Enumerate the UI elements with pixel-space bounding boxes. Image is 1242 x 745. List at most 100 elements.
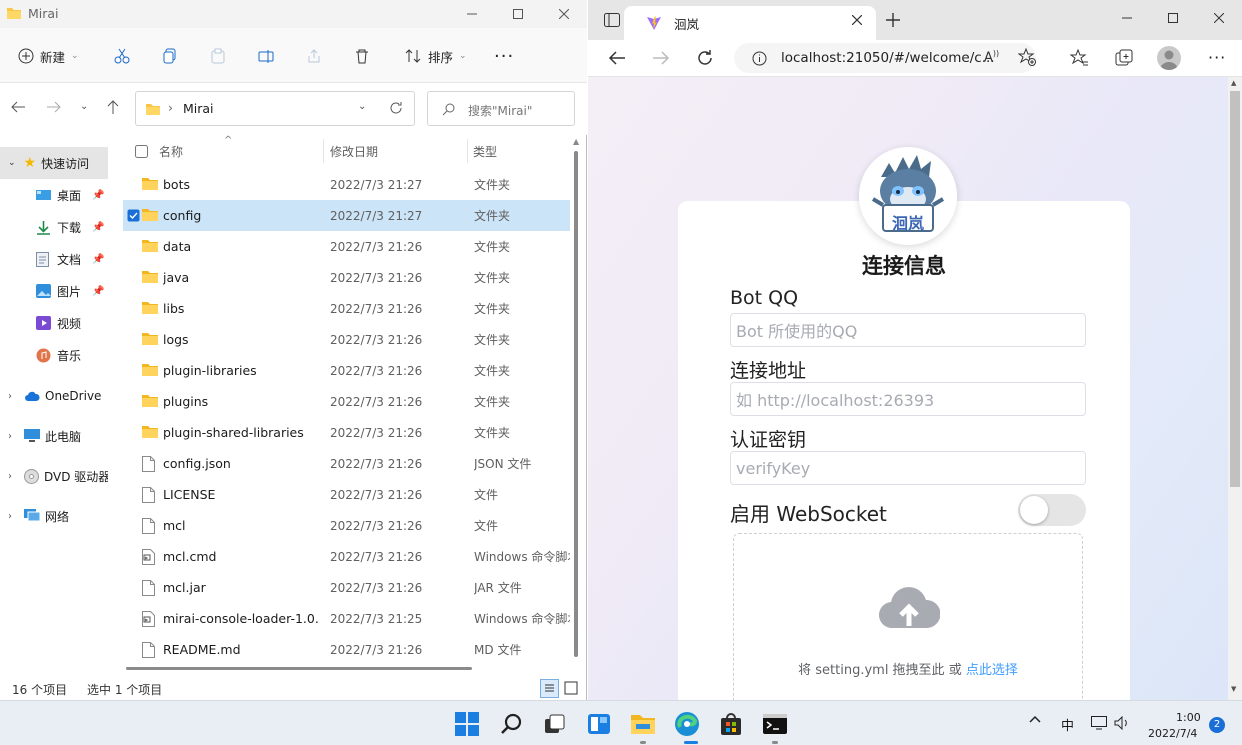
nav-item-downloads[interactable]: 下载 📌	[0, 211, 108, 243]
ime-indicator[interactable]: 中	[1061, 715, 1074, 734]
new-button[interactable]: 新建 ⌄	[18, 42, 79, 70]
rename-button[interactable]	[258, 42, 274, 70]
collections-icon[interactable]	[1115, 49, 1133, 67]
cut-button[interactable]	[114, 42, 130, 70]
forward-arrow-icon[interactable]	[46, 100, 62, 114]
file-row[interactable]: mirai-console-loader-1.0... 2022/7/3 21:2…	[123, 603, 570, 634]
nav-quick-access[interactable]: ⌄ ★ 快速访问	[0, 147, 108, 179]
tiles-view-button[interactable]	[564, 681, 578, 695]
scrollbar-thumb[interactable]	[1230, 91, 1240, 487]
column-header-name[interactable]: 名称	[159, 135, 183, 167]
file-row[interactable]: plugin-shared-libraries 2022/7/3 21:26 文件夹	[123, 417, 570, 448]
scroll-down-icon[interactable]: ▼	[1231, 685, 1236, 693]
page-scrollbar[interactable]: ▲ ▼	[1228, 77, 1242, 700]
minimize-button[interactable]	[449, 0, 495, 28]
verify-key-input[interactable]: verifyKey	[730, 451, 1086, 485]
upload-dropzone[interactable]: 将 setting.yml 拖拽至此 或 点此选择	[733, 533, 1083, 700]
maximize-button[interactable]	[495, 0, 541, 28]
widgets-button[interactable]	[584, 709, 614, 739]
forward-arrow-icon[interactable]	[652, 50, 670, 66]
clock-time[interactable]: 1:00	[1176, 711, 1201, 724]
delete-button[interactable]	[354, 42, 370, 70]
nav-item-videos[interactable]: 视频	[0, 307, 108, 339]
select-all-checkbox[interactable]	[135, 135, 148, 167]
browser-minimize-button[interactable]	[1104, 0, 1150, 36]
nav-item-pictures[interactable]: 图片 📌	[0, 275, 108, 307]
file-row[interactable]: libs 2022/7/3 21:26 文件夹	[123, 293, 570, 324]
file-row[interactable]: config 2022/7/3 21:27 文件夹	[123, 200, 570, 231]
file-row[interactable]: bots 2022/7/3 21:27 文件夹	[123, 169, 570, 200]
search-input[interactable]: 搜索"Mirai"	[468, 102, 532, 119]
task-view-button[interactable]	[540, 709, 570, 739]
chevron-right-icon[interactable]: ›	[8, 391, 12, 402]
close-tab-icon[interactable]	[852, 15, 862, 25]
nav-dvd-drive[interactable]: › DVD 驱动器	[0, 460, 108, 492]
file-row[interactable]: java 2022/7/3 21:26 文件夹	[123, 262, 570, 293]
column-divider[interactable]	[323, 139, 324, 163]
file-row[interactable]: logs 2022/7/3 21:26 文件夹	[123, 324, 570, 355]
file-row[interactable]: data 2022/7/3 21:26 文件夹	[123, 231, 570, 262]
share-button[interactable]	[306, 42, 322, 70]
scroll-up-icon[interactable]: ▲	[573, 137, 579, 146]
nav-network[interactable]: › 网络	[0, 500, 108, 532]
close-button[interactable]	[541, 0, 587, 28]
browser-maximize-button[interactable]	[1150, 0, 1196, 36]
url-bar[interactable]: localhost:21050/#/welcome/c... A))	[734, 43, 1036, 73]
file-row[interactable]: plugin-libraries 2022/7/3 21:26 文件夹	[123, 355, 570, 386]
file-row[interactable]: config.json 2022/7/3 21:26 JSON 文件	[123, 448, 570, 479]
recent-locations-chevron-icon[interactable]: ⌄	[80, 101, 88, 112]
file-row[interactable]: README.md 2022/7/3 21:26 MD 文件	[123, 634, 570, 665]
copy-button[interactable]	[162, 42, 178, 70]
chevron-right-icon[interactable]: ›	[8, 471, 12, 482]
upload-select-link[interactable]: 点此选择	[966, 663, 1018, 678]
taskbar-terminal[interactable]	[760, 709, 790, 739]
breadcrumb[interactable]: Mirai	[183, 101, 214, 116]
horizontal-scrollbar-thumb[interactable]	[126, 667, 472, 670]
column-header-date[interactable]: 修改日期	[330, 135, 378, 167]
chevron-down-icon[interactable]: ⌄	[358, 101, 366, 112]
search-box[interactable]: 搜索"Mirai"	[427, 91, 575, 126]
browser-close-button[interactable]	[1196, 0, 1242, 36]
file-row[interactable]: mcl.cmd 2022/7/3 21:26 Windows 命令脚本	[123, 541, 570, 572]
scrollbar-thumb[interactable]	[574, 151, 578, 657]
info-icon[interactable]	[752, 51, 767, 66]
column-divider[interactable]	[467, 139, 468, 163]
row-checkbox-checked[interactable]	[127, 209, 140, 222]
network-status-icon[interactable]	[1091, 716, 1107, 730]
notification-badge[interactable]: 2	[1209, 717, 1225, 733]
address-box[interactable]: › Mirai ⌄	[135, 91, 415, 126]
chevron-right-icon[interactable]: ›	[8, 431, 12, 442]
tab-actions-icon[interactable]	[604, 13, 620, 27]
sort-button[interactable]: 排序 ⌄	[404, 42, 467, 70]
add-favorite-icon[interactable]	[1018, 48, 1036, 66]
more-options-button[interactable]: ···	[494, 42, 514, 70]
clock-date[interactable]: 2022/7/4	[1148, 727, 1197, 740]
show-hidden-icons-chevron-icon[interactable]	[1029, 715, 1041, 723]
read-aloud-icon[interactable]: A))	[984, 49, 999, 65]
paste-button[interactable]	[210, 42, 226, 70]
bot-qq-input[interactable]: Bot 所使用的QQ	[730, 313, 1086, 347]
websocket-toggle[interactable]	[1018, 494, 1086, 526]
scroll-up-icon[interactable]: ▲	[1231, 79, 1236, 87]
taskbar-edge[interactable]	[672, 709, 702, 739]
file-row[interactable]: LICENSE 2022/7/3 21:26 文件	[123, 479, 570, 510]
settings-menu-ellipsis-icon[interactable]: ···	[1208, 48, 1226, 67]
volume-icon[interactable]	[1114, 716, 1130, 730]
nav-item-documents[interactable]: 文档 📌	[0, 243, 108, 275]
back-arrow-icon[interactable]	[10, 100, 26, 114]
file-row[interactable]: plugins 2022/7/3 21:26 文件夹	[123, 386, 570, 417]
explorer-title-bar[interactable]: Mirai	[0, 0, 587, 28]
taskbar-store[interactable]	[716, 709, 746, 739]
file-row[interactable]: mcl.jar 2022/7/3 21:26 JAR 文件	[123, 572, 570, 603]
chevron-down-icon[interactable]: ⌄	[8, 158, 16, 168]
start-button[interactable]	[452, 709, 482, 739]
taskbar-file-explorer[interactable]	[628, 709, 658, 739]
refresh-icon[interactable]	[696, 49, 714, 67]
browser-tab[interactable]: 洄岚	[624, 6, 876, 40]
search-button[interactable]	[496, 709, 526, 739]
nav-this-pc[interactable]: › 此电脑	[0, 420, 108, 452]
refresh-icon[interactable]	[389, 101, 403, 115]
chevron-right-icon[interactable]: ›	[8, 511, 12, 522]
file-row[interactable]: mcl 2022/7/3 21:26 文件	[123, 510, 570, 541]
column-header-type[interactable]: 类型	[473, 135, 497, 167]
